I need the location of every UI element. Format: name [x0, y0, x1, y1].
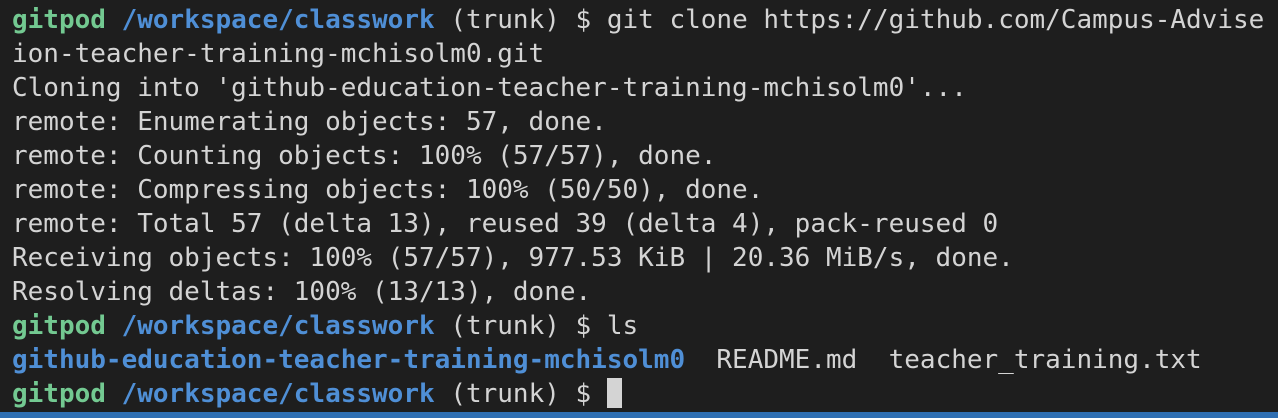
command-text: ls: [591, 311, 639, 341]
file-entry: teacher_training.txt: [888, 345, 1202, 375]
prompt-branch: (trunk): [450, 5, 560, 35]
prompt-branch: (trunk): [450, 379, 560, 409]
command-text: git clone https://github.com/Campus-Advi…: [591, 5, 1265, 35]
terminal-line: Resolving deltas: 100% (13/13), done.: [12, 277, 592, 307]
terminal-line-ls-output: github-education-teacher-training-mchiso…: [12, 343, 1202, 377]
status-bar: [0, 412, 1278, 418]
prompt-branch: (trunk): [450, 311, 560, 341]
file-entry: README.md: [716, 345, 858, 375]
terminal-line: remote: Total 57 (delta 13), reused 39 (…: [12, 209, 999, 239]
terminal-line: remote: Compressing objects: 100% (50/50…: [12, 175, 764, 205]
terminal-line: ion-teacher-training-mchisolm0.git: [12, 39, 545, 69]
prompt-path: /workspace/classwork: [121, 311, 435, 341]
prompt-path: /workspace/classwork: [121, 379, 435, 409]
terminal-output[interactable]: gitpod /workspace/classwork (trunk) $ gi…: [0, 0, 1278, 412]
prompt-path: /workspace/classwork: [121, 5, 435, 35]
terminal-line-ls: gitpod /workspace/classwork (trunk) $ ls: [12, 309, 638, 343]
terminal-line: Receiving objects: 100% (57/57), 977.53 …: [12, 243, 1014, 273]
prompt-symbol: $: [575, 379, 592, 409]
prompt-user: gitpod: [12, 5, 106, 35]
terminal-line: remote: Counting objects: 100% (57/57), …: [12, 141, 717, 171]
directory-entry: github-education-teacher-training-mchiso…: [12, 345, 686, 375]
prompt-user: gitpod: [12, 379, 106, 409]
prompt-symbol: $: [575, 311, 592, 341]
prompt-symbol: $: [575, 5, 592, 35]
terminal-line: Cloning into 'github-education-teacher-t…: [12, 73, 967, 103]
text-cursor[interactable]: [606, 378, 622, 408]
terminal-line-git-clone: gitpod /workspace/classwork (trunk) $ gi…: [12, 3, 1264, 37]
terminal-line-current-prompt[interactable]: gitpod /workspace/classwork (trunk) $: [12, 377, 622, 411]
terminal-line: remote: Enumerating objects: 57, done.: [12, 107, 607, 137]
prompt-user: gitpod: [12, 311, 106, 341]
